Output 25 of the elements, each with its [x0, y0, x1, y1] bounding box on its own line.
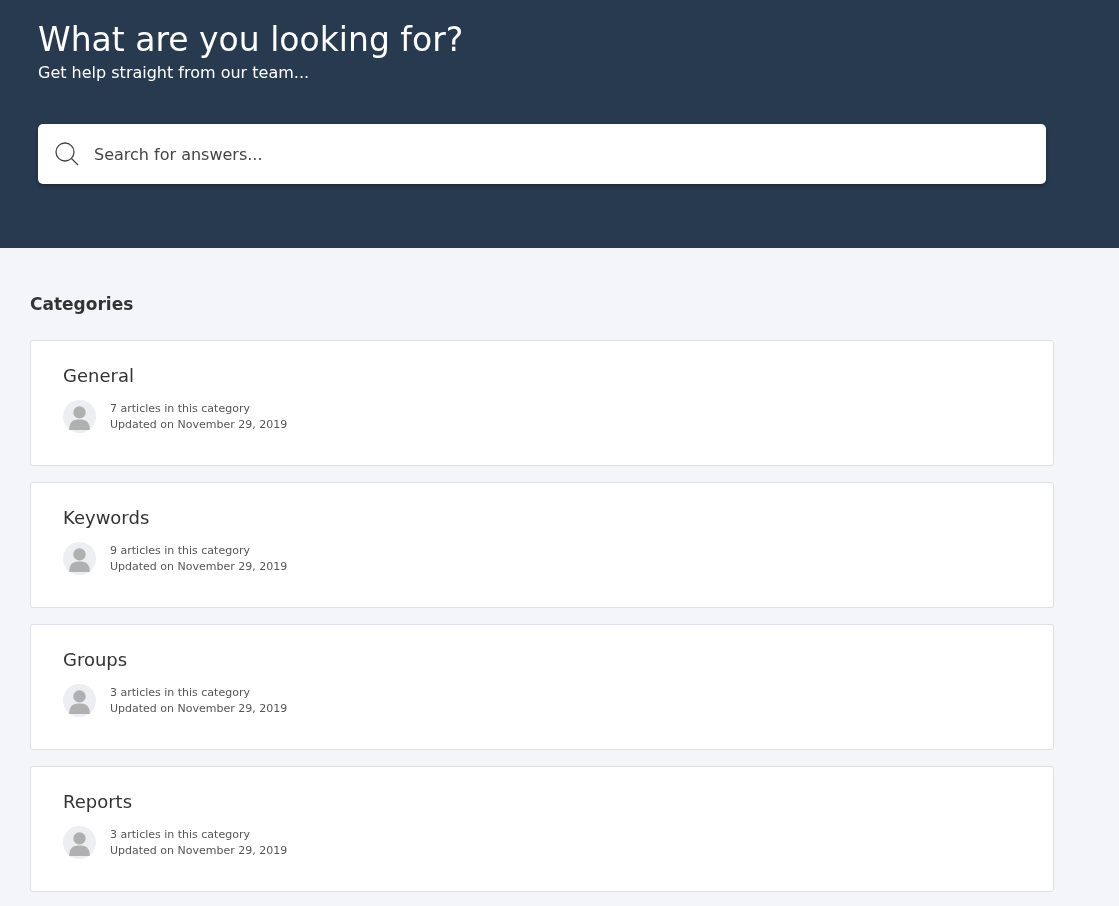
article-count: 3 articles in this category — [110, 686, 250, 699]
avatar-icon — [63, 542, 96, 575]
avatar-icon — [63, 684, 96, 717]
updated-date: Updated on November 29, 2019 — [110, 702, 288, 715]
category-card[interactable]: Reports 3 articles in this category Updated on November 29, 2019 — [30, 766, 1054, 892]
updated-date: Updated on November 29, 2019 — [110, 844, 288, 857]
category-name: Groups — [63, 649, 128, 670]
article-count: 3 articles in this category — [110, 828, 250, 841]
page-title: What are you looking for? — [38, 19, 465, 61]
category-name: Reports — [63, 791, 133, 812]
category-name: General — [63, 365, 134, 386]
article-count: 7 articles in this category — [110, 402, 250, 415]
updated-date: Updated on November 29, 2019 — [110, 560, 288, 573]
category-name: Keywords — [63, 507, 150, 528]
article-count: 9 articles in this category — [110, 544, 250, 557]
page-subtitle: Get help straight from our team... — [38, 62, 310, 84]
section-heading: Categories — [30, 294, 134, 314]
avatar-icon — [63, 400, 96, 433]
category-card[interactable]: Keywords 9 articles in this category Updated on November 29, 2019 — [30, 482, 1054, 608]
category-card[interactable]: General 7 articles in this category Updated on November 29, 2019 — [30, 340, 1054, 466]
search-field[interactable]: Search for answers... — [38, 124, 1046, 184]
search-icon — [54, 141, 80, 167]
updated-date: Updated on November 29, 2019 — [110, 418, 288, 431]
avatar-icon — [63, 826, 96, 859]
category-card[interactable]: Groups 3 articles in this category Updated on November 29, 2019 — [30, 624, 1054, 750]
